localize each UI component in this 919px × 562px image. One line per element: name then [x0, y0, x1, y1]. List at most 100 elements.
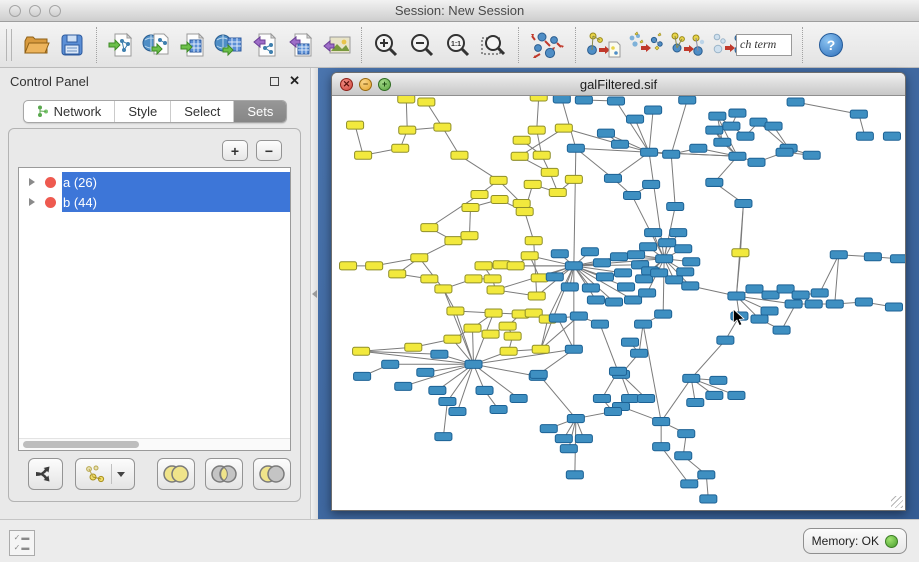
network-node[interactable] — [553, 96, 570, 103]
network-node[interactable] — [439, 397, 456, 405]
network-node[interactable] — [645, 229, 662, 237]
network-node[interactable] — [417, 368, 434, 376]
network-edge[interactable] — [419, 258, 443, 289]
network-node[interactable] — [656, 255, 673, 263]
network-node[interactable] — [525, 237, 542, 245]
network-node[interactable] — [353, 347, 370, 355]
network-edge[interactable] — [643, 324, 661, 421]
network-node[interactable] — [735, 200, 752, 208]
collapse-arrow-icon[interactable] — [312, 290, 317, 298]
network-node[interactable] — [609, 367, 626, 375]
network-node[interactable] — [541, 168, 558, 176]
network-node[interactable] — [395, 382, 412, 390]
network-node[interactable] — [706, 126, 723, 134]
network-node[interactable] — [429, 386, 446, 394]
network-window[interactable]: ✕ − + galFiltered.sif — [331, 72, 906, 511]
network-node[interactable] — [447, 307, 464, 315]
horizontal-scrollbar[interactable] — [19, 438, 290, 450]
network-node[interactable] — [678, 430, 695, 438]
network-node[interactable] — [462, 204, 479, 212]
new-network-selected-nodes-button[interactable] — [582, 26, 624, 64]
network-node[interactable] — [513, 136, 530, 144]
network-node[interactable] — [641, 148, 658, 156]
network-node[interactable] — [524, 180, 541, 188]
network-node[interactable] — [675, 245, 692, 253]
first-neighbors-button[interactable] — [666, 26, 708, 64]
network-node[interactable] — [530, 96, 547, 101]
network-edge[interactable] — [796, 102, 859, 114]
open-session-button[interactable] — [18, 26, 54, 64]
network-edge[interactable] — [443, 401, 447, 436]
network-node[interactable] — [628, 251, 645, 259]
create-set-from-network-button[interactable] — [75, 458, 135, 490]
network-node[interactable] — [792, 291, 809, 299]
network-node[interactable] — [461, 232, 478, 240]
float-panel-icon[interactable] — [270, 77, 279, 86]
network-node[interactable] — [855, 298, 872, 306]
union-sets-button[interactable] — [157, 458, 195, 490]
network-node[interactable] — [476, 386, 493, 394]
network-node[interactable] — [596, 273, 613, 281]
network-node[interactable] — [714, 138, 731, 146]
network-node[interactable] — [651, 269, 668, 277]
network-node[interactable] — [728, 292, 745, 300]
network-edge[interactable] — [537, 97, 539, 130]
network-node[interactable] — [728, 391, 745, 399]
network-node[interactable] — [389, 270, 406, 278]
network-node[interactable] — [530, 370, 547, 378]
tab-select[interactable]: Select — [171, 101, 234, 122]
network-node[interactable] — [482, 330, 499, 338]
network-edge[interactable] — [473, 349, 573, 364]
network-node[interactable] — [787, 98, 804, 106]
remove-set-button[interactable]: − — [256, 140, 282, 161]
network-edge[interactable] — [576, 148, 613, 178]
zoom-in-button[interactable] — [368, 26, 404, 64]
network-node[interactable] — [617, 283, 634, 291]
network-node[interactable] — [631, 349, 648, 357]
network-node[interactable] — [890, 255, 905, 263]
network-graph[interactable] — [332, 96, 905, 510]
panel-splitter[interactable] — [310, 68, 318, 519]
network-node[interactable] — [532, 345, 549, 353]
network-node[interactable] — [785, 300, 802, 308]
network-node[interactable] — [683, 258, 700, 266]
network-node[interactable] — [636, 275, 653, 283]
network-node[interactable] — [587, 296, 604, 304]
network-node[interactable] — [690, 144, 707, 152]
network-node[interactable] — [611, 140, 628, 148]
resize-grip[interactable] — [891, 496, 903, 508]
network-node[interactable] — [421, 275, 438, 283]
expander-triangle-icon[interactable] — [29, 178, 35, 186]
network-node[interactable] — [533, 151, 550, 159]
network-node[interactable] — [464, 324, 481, 332]
network-node[interactable] — [504, 332, 521, 340]
network-node[interactable] — [639, 289, 656, 297]
network-node[interactable] — [593, 259, 610, 267]
task-history-button[interactable]: ✓▬ ✓▬ — [9, 530, 35, 556]
network-node[interactable] — [746, 285, 763, 293]
set-row-b[interactable]: b (44) — [19, 192, 290, 212]
network-node[interactable] — [565, 345, 582, 353]
network-node[interactable] — [435, 433, 452, 441]
set-row-a[interactable]: a (26) — [19, 172, 290, 192]
network-node[interactable] — [561, 283, 578, 291]
network-node[interactable] — [560, 445, 577, 453]
network-node[interactable] — [850, 110, 867, 118]
network-edge[interactable] — [539, 374, 576, 418]
network-node[interactable] — [575, 96, 592, 104]
network-node[interactable] — [729, 152, 746, 160]
network-node[interactable] — [565, 175, 582, 183]
network-node[interactable] — [597, 129, 614, 137]
network-node[interactable] — [382, 360, 399, 368]
network-node[interactable] — [777, 285, 794, 293]
tab-style[interactable]: Style — [115, 101, 171, 122]
network-node[interactable] — [659, 239, 676, 247]
network-node[interactable] — [575, 435, 592, 443]
network-node[interactable] — [513, 200, 530, 208]
network-node[interactable] — [729, 109, 746, 117]
network-node[interactable] — [622, 394, 639, 402]
network-node[interactable] — [555, 435, 572, 443]
export-table-button[interactable] — [283, 26, 319, 64]
network-node[interactable] — [546, 273, 563, 281]
network-node[interactable] — [405, 343, 422, 351]
